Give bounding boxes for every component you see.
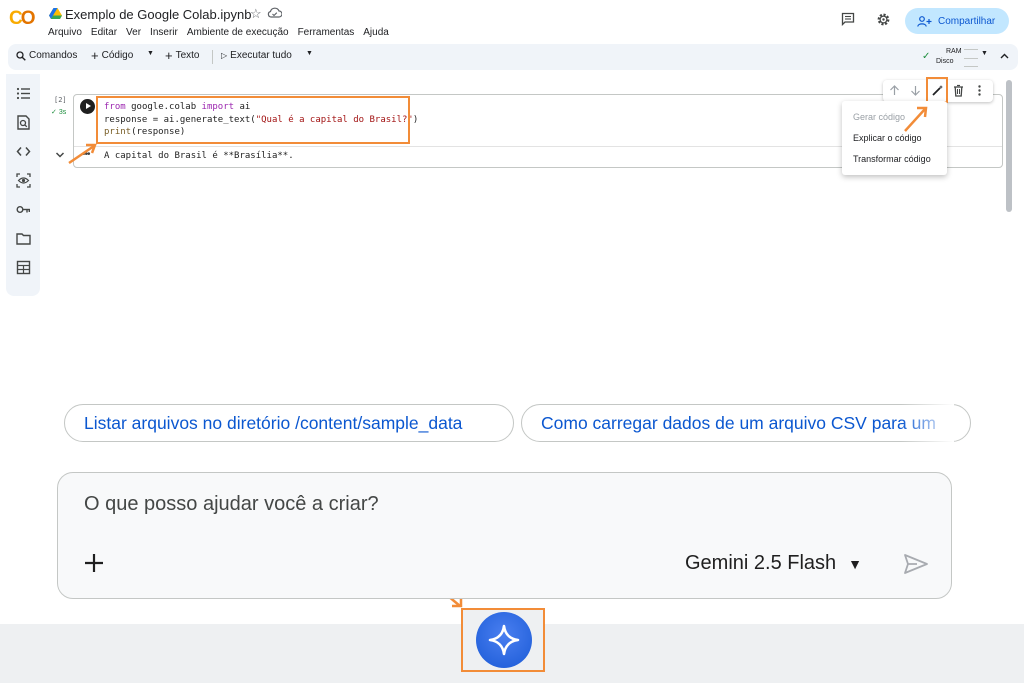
gemini-prompt-box: Gemini 2.5 Flash ▼ bbox=[57, 472, 952, 599]
menu-inserir[interactable]: Inserir bbox=[150, 27, 178, 38]
drive-icon bbox=[49, 8, 62, 19]
execution-status: ✓ 3s bbox=[51, 109, 67, 116]
code-snippets-icon[interactable] bbox=[16, 144, 31, 159]
code-label: Código bbox=[101, 50, 134, 61]
execution-time: 3s bbox=[58, 109, 67, 116]
search-icon bbox=[16, 50, 26, 61]
gemini-sparkle-icon bbox=[488, 624, 520, 656]
annotation-arrow-pen bbox=[904, 106, 928, 132]
commands-label: Comandos bbox=[29, 50, 78, 61]
left-sidebar bbox=[6, 74, 40, 296]
cell-output: A capital do Brasil é **Brasília**. bbox=[104, 151, 294, 161]
cloud-icon[interactable] bbox=[267, 7, 282, 18]
play-icon: ▷ bbox=[221, 51, 228, 60]
commands-button[interactable]: Comandos bbox=[16, 50, 77, 61]
trash-icon[interactable] bbox=[952, 84, 965, 97]
chevron-down-icon[interactable] bbox=[55, 151, 65, 159]
run-dropdown[interactable]: ▼ bbox=[306, 50, 313, 57]
connected-check-icon: ✓ bbox=[922, 51, 931, 62]
suggestion-chip-list-files[interactable]: Listar arquivos no diretório /content/sa… bbox=[64, 404, 514, 442]
run-all-button[interactable]: ▷ Executar tudo bbox=[221, 50, 292, 61]
share-button[interactable]: Compartilhar bbox=[905, 8, 1009, 34]
people-icon bbox=[917, 15, 932, 27]
find-replace-icon[interactable] bbox=[16, 115, 31, 130]
star-icon[interactable]: ☆ bbox=[250, 6, 262, 22]
execution-count: [2] bbox=[54, 96, 67, 104]
notebook-title[interactable]: Exemplo de Google Colab.ipynb bbox=[65, 7, 251, 22]
share-label: Compartilhar bbox=[938, 15, 996, 27]
caret-down-icon: ▼ bbox=[848, 555, 863, 572]
caret-down-icon: ▼ bbox=[981, 50, 988, 57]
model-name: Gemini 2.5 Flash bbox=[685, 552, 837, 574]
menu-bar: Arquivo Editar Ver Inserir Ambiente de e… bbox=[48, 27, 389, 38]
menu-item-explicar-codigo[interactable]: Explicar o código bbox=[853, 133, 922, 143]
ram-label: RAM bbox=[946, 48, 962, 55]
annotation-arrow-code bbox=[68, 143, 97, 165]
menu-arquivo[interactable]: Arquivo bbox=[48, 27, 82, 38]
run-cell-button[interactable] bbox=[80, 99, 95, 114]
plus-icon: + bbox=[165, 47, 173, 63]
ai-context-menu: Gerar código Explicar o código Transform… bbox=[842, 101, 947, 175]
add-plus-icon[interactable] bbox=[82, 551, 106, 575]
menu-editar[interactable]: Editar bbox=[91, 27, 117, 38]
toolbar-divider bbox=[212, 50, 213, 64]
chevron-up-icon[interactable] bbox=[1000, 53, 1009, 59]
code-token: ) bbox=[412, 114, 419, 125]
send-icon[interactable] bbox=[903, 553, 929, 575]
resource-bars bbox=[964, 49, 978, 67]
menu-ajuda[interactable]: Ajuda bbox=[363, 27, 389, 38]
code-dropdown[interactable]: ▼ bbox=[147, 50, 154, 57]
runtime-dropdown[interactable]: ▼ bbox=[981, 50, 988, 57]
resource-monitor[interactable]: RAM Disco bbox=[936, 47, 962, 67]
more-vert-icon[interactable] bbox=[973, 84, 986, 97]
plus-icon: + bbox=[91, 47, 99, 63]
arrow-up-icon[interactable] bbox=[888, 84, 901, 97]
model-selector[interactable]: Gemini 2.5 Flash ▼ bbox=[685, 552, 862, 575]
menu-ferramentas[interactable]: Ferramentas bbox=[298, 27, 355, 38]
colab-window: CO Exemplo de Google Colab.ipynb ☆ Arqui… bbox=[0, 0, 1024, 683]
menu-item-transformar-codigo[interactable]: Transformar código bbox=[853, 154, 931, 164]
code-highlight-box bbox=[96, 96, 410, 144]
notebook-scrollbar[interactable] bbox=[1006, 80, 1012, 212]
disk-label: Disco bbox=[936, 58, 954, 65]
chip-fade-overlay bbox=[900, 400, 954, 446]
folder-icon[interactable] bbox=[16, 231, 31, 246]
gear-icon[interactable] bbox=[876, 12, 891, 27]
prompt-input[interactable] bbox=[84, 493, 784, 516]
header: CO Exemplo de Google Colab.ipynb ☆ Arqui… bbox=[0, 0, 1024, 42]
toolbar: Comandos + Código ▼ + Texto ▷ Executar t… bbox=[8, 44, 1018, 70]
comment-icon[interactable] bbox=[841, 12, 855, 26]
arrow-down-icon[interactable] bbox=[909, 84, 922, 97]
menu-item-gerar-codigo: Gerar código bbox=[853, 112, 906, 122]
menu-ver[interactable]: Ver bbox=[126, 27, 141, 38]
run-all-label: Executar tudo bbox=[230, 50, 292, 61]
text-label: Texto bbox=[175, 50, 200, 61]
table-icon[interactable] bbox=[16, 260, 31, 275]
ai-pen-highlight-box bbox=[926, 77, 948, 103]
colab-logo[interactable]: CO bbox=[9, 8, 39, 30]
toc-icon[interactable] bbox=[16, 86, 31, 101]
secrets-key-icon[interactable] bbox=[16, 202, 31, 217]
caret-down-icon: ▼ bbox=[306, 50, 313, 57]
variables-eye-icon[interactable] bbox=[16, 173, 31, 188]
gemini-button[interactable] bbox=[476, 612, 532, 668]
add-text-button[interactable]: + Texto bbox=[165, 47, 200, 63]
add-code-button[interactable]: + Código bbox=[91, 47, 134, 63]
menu-ambiente[interactable]: Ambiente de execução bbox=[187, 27, 289, 38]
caret-down-icon: ▼ bbox=[147, 50, 154, 57]
